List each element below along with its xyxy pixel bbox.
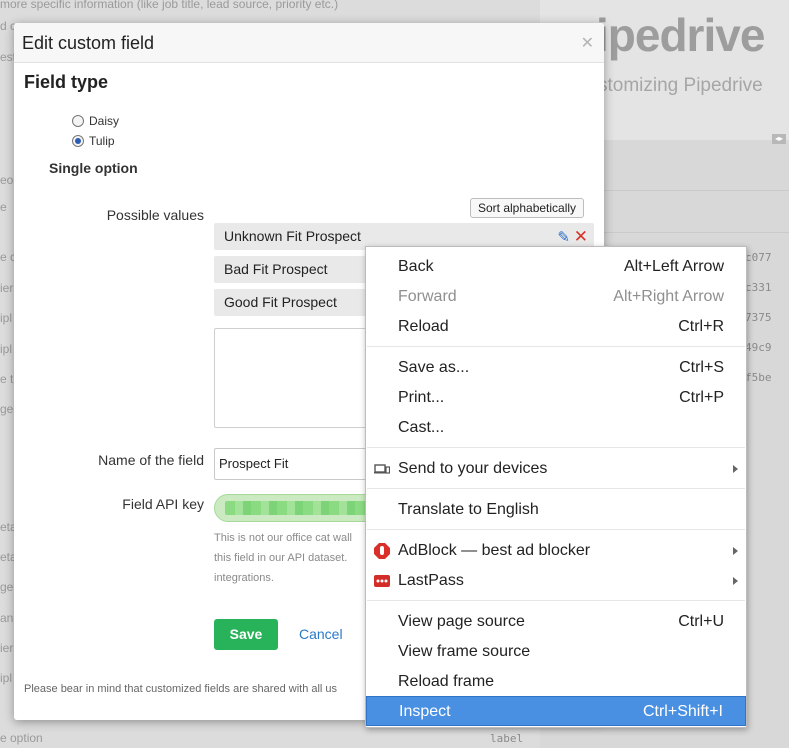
background-code: label: [490, 732, 524, 745]
menu-separator: [367, 600, 745, 601]
field-name-label: Name of the field: [98, 452, 204, 468]
menu-item-label: Reload: [398, 318, 449, 335]
lastpass-icon: [374, 575, 390, 587]
background-code: c331: [745, 281, 772, 294]
menu-item-shortcut: Ctrl+P: [679, 389, 724, 406]
menu-separator: [367, 447, 745, 448]
background-text: more specific information (like job titl…: [0, 0, 339, 11]
menu-item-back[interactable]: Back Alt+Left Arrow: [366, 252, 746, 282]
sort-alphabetically-button[interactable]: Sort alphabetically: [470, 198, 585, 218]
api-key-label: Field API key: [122, 496, 204, 512]
background-subtitle: stomizing Pipedrive: [598, 75, 763, 96]
cancel-link[interactable]: Cancel: [299, 626, 343, 642]
menu-item-label: View page source: [398, 613, 525, 630]
blurred-api-key: [225, 501, 375, 515]
menu-item-label: Cast...: [398, 419, 445, 436]
menu-item-shortcut: Alt+Right Arrow: [613, 288, 724, 305]
background-text: ier: [0, 281, 14, 295]
menu-item-cast[interactable]: Cast...: [366, 413, 746, 443]
radio-option-tulip[interactable]: Tulip: [72, 134, 115, 148]
menu-separator: [367, 346, 745, 347]
menu-item-shortcut: Ctrl+Shift+I: [642, 703, 723, 720]
menu-item-view-page-source[interactable]: View page source Ctrl+U: [366, 607, 746, 637]
menu-separator: [367, 488, 745, 489]
radio-button[interactable]: [72, 115, 84, 127]
menu-item-label: View frame source: [398, 643, 531, 660]
background-text: ipl: [0, 311, 13, 325]
submenu-arrow-icon: [733, 577, 738, 585]
menu-item-label: Send to your devices: [398, 460, 548, 477]
footer-note: Please bear in mind that customized fiel…: [24, 683, 338, 695]
menu-item-shortcut: Ctrl+U: [678, 613, 724, 630]
menu-item-shortcut: Alt+Left Arrow: [623, 258, 724, 275]
section-title: Field type: [24, 72, 109, 92]
field-type-name: Single option: [49, 160, 138, 176]
background-code: c077: [745, 251, 772, 264]
menu-item-label: Print...: [398, 389, 445, 406]
menu-item-reload-frame[interactable]: Reload frame: [366, 667, 746, 697]
background-text: ipl: [0, 342, 13, 356]
submenu-arrow-icon: [733, 465, 738, 473]
menu-item-view-frame-source[interactable]: View frame source: [366, 637, 746, 667]
divider: [600, 232, 789, 233]
menu-item-lastpass[interactable]: LastPass: [366, 566, 746, 596]
divider: [600, 190, 789, 191]
pipedrive-logo: ipedrive: [596, 9, 765, 61]
option-value-text: Good Fit Prospect: [224, 294, 337, 310]
possible-values-label: Possible values: [106, 207, 204, 223]
background-text: eo: [0, 173, 14, 187]
menu-item-label: AdBlock — best ad blocker: [398, 542, 591, 559]
menu-item-label: Translate to English: [398, 501, 539, 518]
menu-item-label: Save as...: [398, 359, 470, 376]
menu-item-save-as[interactable]: Save as... Ctrl+S: [366, 353, 746, 383]
adblock-icon: [374, 543, 390, 559]
context-menu: Back Alt+Left Arrow Forward Alt+Right Ar…: [365, 246, 747, 728]
background-code: f5be: [745, 371, 772, 384]
menu-item-send-to-devices[interactable]: Send to your devices: [366, 454, 746, 484]
menu-item-label: Forward: [398, 288, 457, 305]
menu-item-forward[interactable]: Forward Alt+Right Arrow: [366, 282, 746, 312]
radio-label: Daisy: [89, 114, 120, 128]
radio-option-daisy[interactable]: Daisy: [72, 114, 119, 128]
radio-label: Tulip: [89, 134, 115, 148]
menu-item-label: Inspect: [399, 703, 451, 720]
menu-item-shortcut: Ctrl+S: [679, 359, 724, 376]
background-text: ipl: [0, 671, 13, 685]
option-value-text: Unknown Fit Prospect: [224, 228, 361, 244]
background-code: 7375: [745, 311, 772, 324]
devices-icon: [374, 464, 390, 474]
menu-item-reload[interactable]: Reload Ctrl+R: [366, 312, 746, 342]
menu-item-label: LastPass: [398, 572, 464, 589]
menu-item-label: Reload frame: [398, 673, 495, 690]
menu-item-adblock[interactable]: AdBlock — best ad blocker: [366, 536, 746, 566]
radio-button[interactable]: [72, 135, 84, 147]
collapse-icon[interactable]: ◂▸: [772, 134, 786, 144]
menu-separator: [367, 529, 745, 530]
dialog-header: Edit custom field ✕: [14, 23, 604, 63]
background-text: e option: [0, 731, 43, 745]
dialog-title: Edit custom field: [22, 33, 155, 53]
background-text: ier: [0, 641, 14, 655]
save-button[interactable]: Save: [214, 619, 278, 650]
option-value-text: Bad Fit Prospect: [224, 261, 328, 277]
menu-item-shortcut: Ctrl+R: [678, 318, 724, 335]
submenu-arrow-icon: [733, 547, 738, 555]
background-text: e t: [0, 372, 14, 386]
close-icon[interactable]: ✕: [581, 33, 594, 53]
menu-item-label: Back: [398, 258, 434, 275]
menu-item-print[interactable]: Print... Ctrl+P: [366, 383, 746, 413]
background-text: e: [0, 200, 7, 214]
menu-item-inspect[interactable]: Inspect Ctrl+Shift+I: [366, 696, 746, 726]
menu-item-translate[interactable]: Translate to English: [366, 495, 746, 525]
background-code: 49c9: [745, 341, 772, 354]
